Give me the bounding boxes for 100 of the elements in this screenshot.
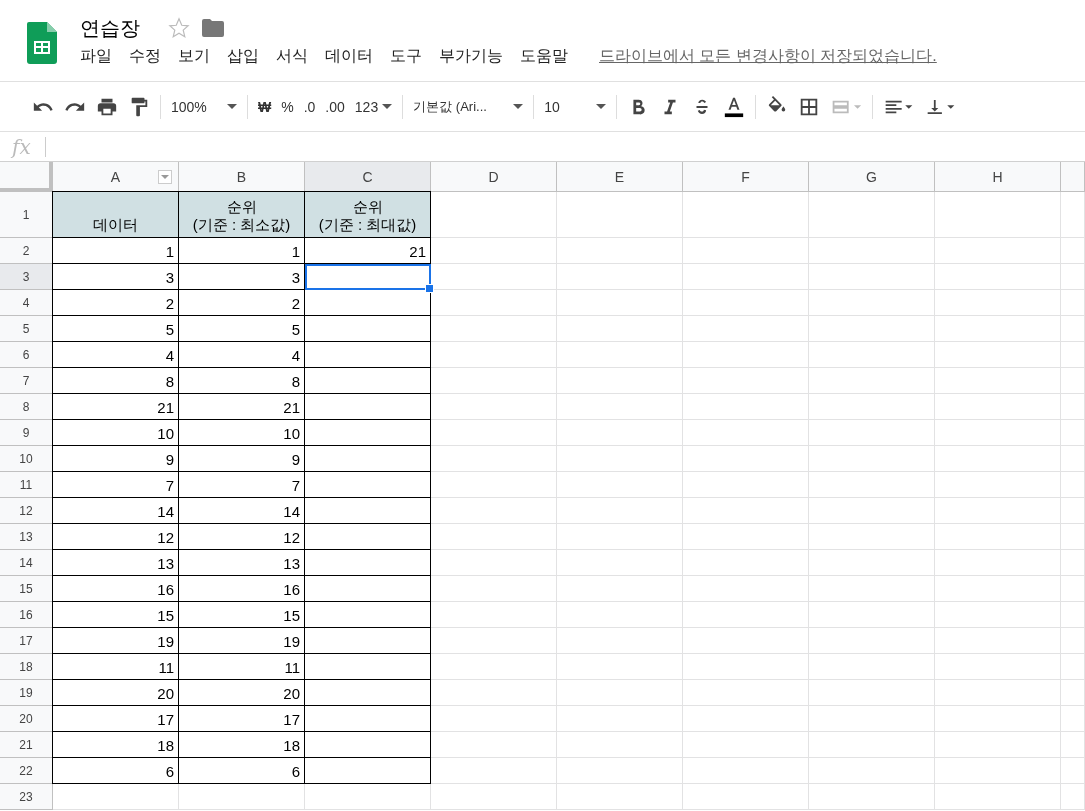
table-cell: 19 [179, 628, 305, 654]
row-header[interactable]: 4 [0, 290, 53, 316]
row-header[interactable]: 20 [0, 706, 53, 732]
table-cell: 5 [179, 316, 305, 342]
menu-item[interactable]: 부가기능 [439, 46, 511, 67]
table-cell: 15 [179, 602, 305, 628]
table-cell: 4 [179, 342, 305, 368]
empty-cell [1061, 394, 1085, 420]
column-header[interactable]: C [305, 162, 431, 192]
text-color-icon[interactable] [723, 95, 746, 118]
row-header[interactable]: 14 [0, 550, 53, 576]
star-icon[interactable] [168, 17, 190, 39]
table-cell: 21 [305, 238, 431, 264]
row-header[interactable]: 21 [0, 732, 53, 758]
formula-label: fx [12, 134, 31, 159]
table-cell: 13 [53, 550, 179, 576]
table-cell: 14 [179, 498, 305, 524]
row-header[interactable]: 18 [0, 654, 53, 680]
table-cell: 16 [179, 576, 305, 602]
decrease-decimal-button[interactable]: .0 [299, 92, 320, 121]
row-header[interactable]: 17 [0, 628, 53, 654]
row-header[interactable]: 6 [0, 342, 53, 368]
table-cell: 7 [53, 472, 179, 498]
zoom-dropdown[interactable]: 100% [167, 92, 241, 121]
row-header[interactable]: 10 [0, 446, 53, 472]
empty-cell [1061, 654, 1085, 680]
row-header[interactable]: 11 [0, 472, 53, 498]
table-cell: 14 [53, 498, 179, 524]
table-cell: 20 [53, 680, 179, 706]
sheets-logo-icon[interactable] [27, 22, 57, 64]
empty-cell [1061, 680, 1085, 706]
empty-cell [1061, 524, 1085, 550]
table-cell: 9 [179, 446, 305, 472]
row-header[interactable]: 15 [0, 576, 53, 602]
row-header[interactable]: 8 [0, 394, 53, 420]
table-cell: 21 [179, 394, 305, 420]
row-header[interactable]: 16 [0, 602, 53, 628]
fill-handle[interactable] [425, 284, 434, 293]
empty-cell [1061, 316, 1085, 342]
row-header[interactable]: 23 [0, 784, 53, 810]
filter-dropdown-icon[interactable] [158, 170, 172, 184]
table-cell: 7 [179, 472, 305, 498]
caret-icon [596, 104, 607, 109]
empty-cell [1061, 368, 1085, 394]
row-header[interactable]: 22 [0, 758, 53, 784]
document-title[interactable]: 연습장 [80, 14, 140, 42]
column-header[interactable]: A [53, 162, 179, 192]
menu-item[interactable]: 보기 [178, 46, 218, 67]
menu-item[interactable]: 도움말 [520, 46, 576, 67]
table-cell: 11 [179, 654, 305, 680]
empty-cell [1061, 420, 1085, 446]
table-cell: 6 [53, 758, 179, 784]
empty-cell [1061, 290, 1085, 316]
font-size-dropdown[interactable]: 10 [540, 92, 611, 121]
table-cell: 21 [53, 394, 179, 420]
row-header[interactable]: 3 [0, 264, 53, 290]
empty-cell [1061, 602, 1085, 628]
row-header[interactable]: 19 [0, 680, 53, 706]
folder-icon[interactable] [202, 19, 224, 37]
table-cell: 6 [179, 758, 305, 784]
menu-item[interactable]: 데이터 [325, 46, 381, 67]
empty-cell [1061, 498, 1085, 524]
table-cell: 데이터 [53, 192, 179, 238]
currency-button[interactable]: ₩ [254, 92, 276, 121]
table-cell: 1 [179, 238, 305, 264]
row-header[interactable]: 12 [0, 498, 53, 524]
column-header[interactable]: D [431, 162, 557, 192]
menu-item[interactable]: 도구 [390, 46, 430, 67]
table-cell: 3 [53, 264, 179, 290]
empty-cell [1061, 758, 1085, 784]
increase-decimal-button[interactable]: .00 [321, 92, 349, 121]
column-header[interactable]: F [683, 162, 809, 192]
menu-item[interactable]: 수정 [129, 46, 169, 67]
row-header[interactable]: 5 [0, 316, 53, 342]
table-cell: 17 [179, 706, 305, 732]
number-format-dropdown[interactable]: 123 [350, 92, 397, 121]
menu-item[interactable]: 서식 [276, 46, 316, 67]
row-header[interactable]: 13 [0, 524, 53, 550]
table-cell: 순위 (기준 : 최대값) [305, 192, 431, 238]
menu-item[interactable]: 파일 [80, 46, 120, 67]
column-header[interactable]: H [935, 162, 1061, 192]
percent-button[interactable]: % [277, 92, 298, 121]
row-header[interactable]: 7 [0, 368, 53, 394]
table-cell: 17 [53, 706, 179, 732]
table-cell: 2 [53, 290, 179, 316]
row-header[interactable]: 9 [0, 420, 53, 446]
menu-item[interactable]: 삽입 [227, 46, 267, 67]
caret-icon [513, 104, 524, 109]
row-header[interactable]: 2 [0, 238, 53, 264]
row-header[interactable]: 1 [0, 192, 53, 238]
table-cell: 20 [179, 680, 305, 706]
save-status-link[interactable]: 드라이브에서 모든 변경사항이 저장되었습니다. [599, 46, 937, 67]
table-cell: 1 [53, 238, 179, 264]
table-cell: 3 [179, 264, 305, 290]
table-cell: 15 [53, 602, 179, 628]
column-header[interactable]: E [557, 162, 683, 192]
column-header[interactable]: B [179, 162, 305, 192]
table-cell: 11 [53, 654, 179, 680]
column-header[interactable]: G [809, 162, 935, 192]
font-dropdown[interactable]: 기본값 (Ari... [409, 92, 528, 121]
